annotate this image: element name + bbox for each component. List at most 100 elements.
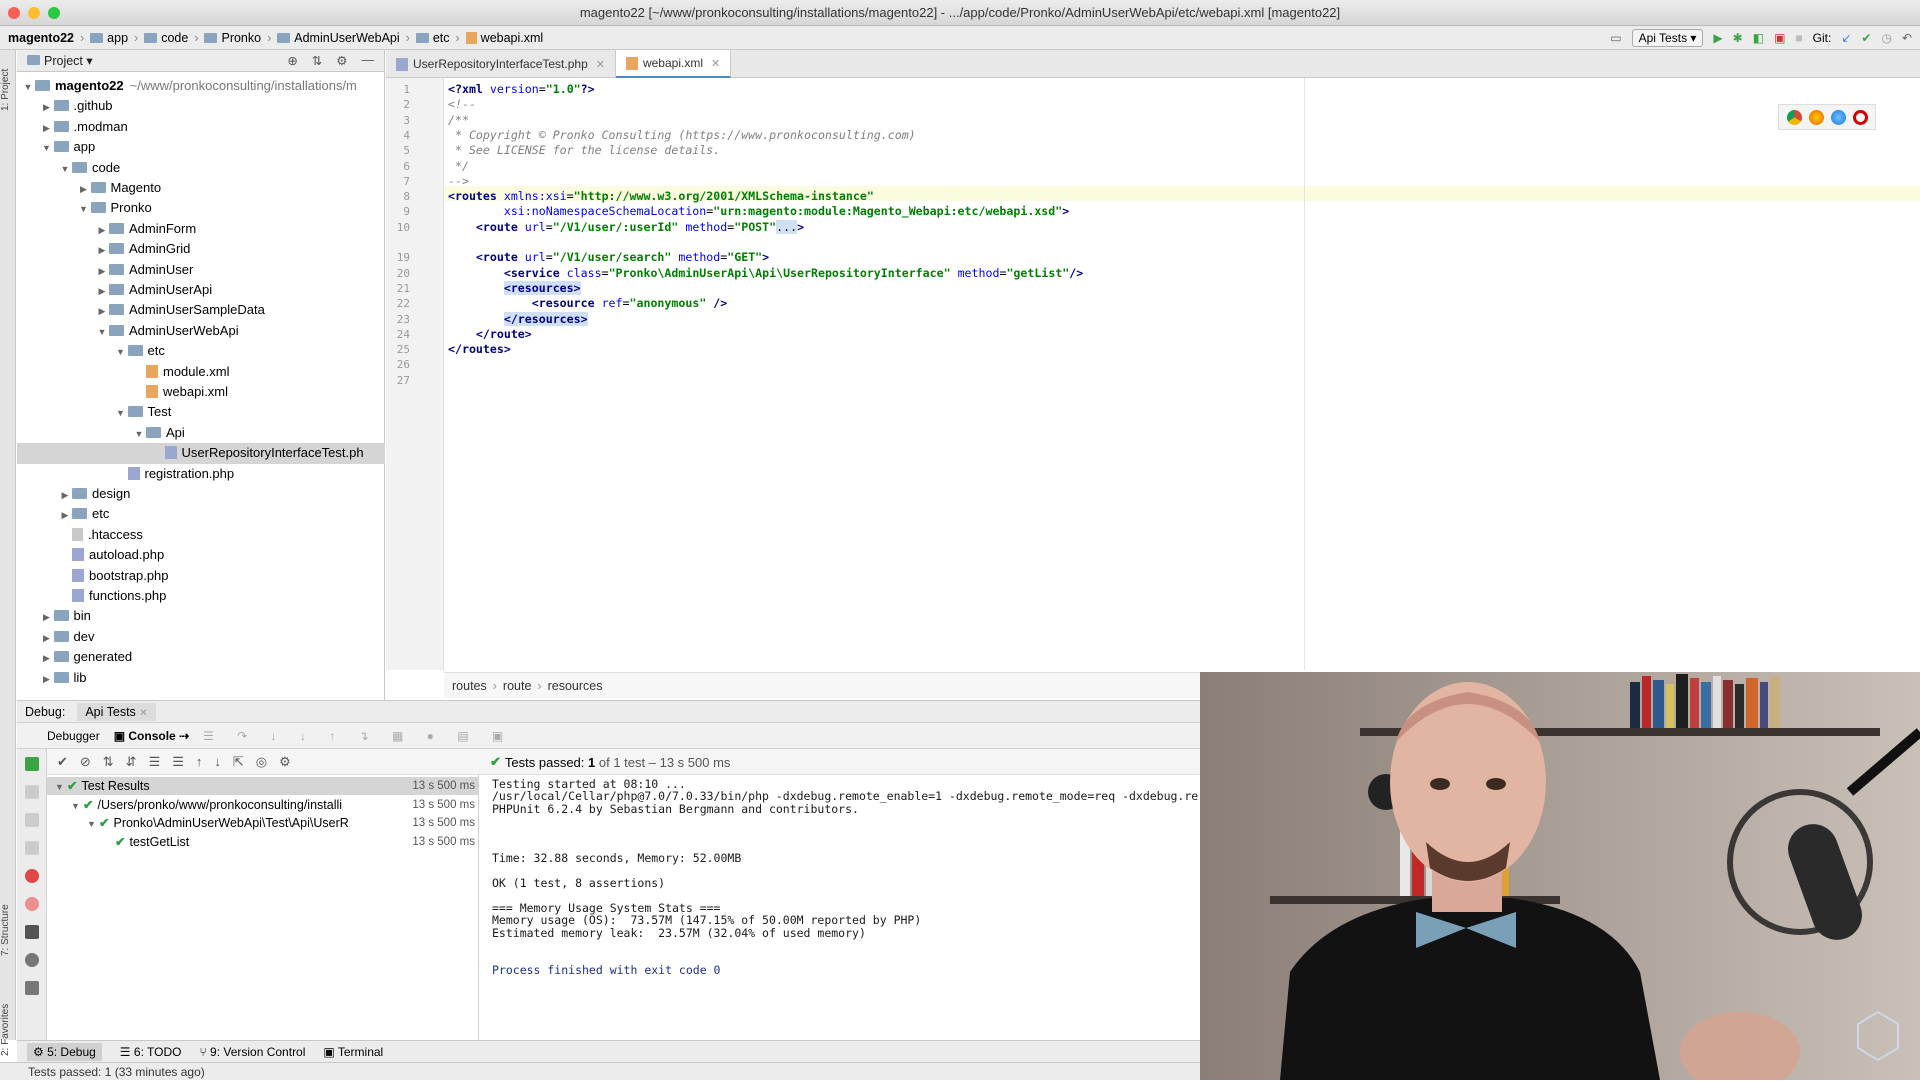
project-tree-item[interactable]: ▼ app: [17, 137, 385, 157]
project-tree-item[interactable]: ▶ bin: [17, 606, 385, 626]
test-result-row[interactable]: ✔ testGetList 13 s 500 ms: [47, 833, 479, 851]
chevron-down-icon[interactable]: ▼: [21, 77, 35, 97]
nav-crumb-file[interactable]: webapi.xml: [465, 31, 543, 45]
project-tree-item[interactable]: ▼ Pronko: [17, 198, 385, 218]
project-tree-item[interactable]: ▶ dev: [17, 627, 385, 647]
project-tree-item[interactable]: ▼ magento22 ~/www/pronkoconsulting/install…: [17, 76, 385, 96]
run-icon[interactable]: ▶: [1713, 31, 1722, 45]
project-tree-item[interactable]: ▶ .github: [17, 96, 385, 116]
project-tree-item[interactable]: ▶ design: [17, 484, 385, 504]
chevron-right-icon[interactable]: ▶: [95, 240, 109, 260]
gear-icon[interactable]: ⚙: [336, 53, 347, 68]
close-window-button[interactable]: [8, 7, 20, 19]
breadcrumb-resources[interactable]: resources: [548, 679, 603, 693]
project-tree-item[interactable]: ▼ AdminUserWebApi: [17, 321, 385, 341]
tab-version-control[interactable]: ⑂ 9: Version Control: [199, 1045, 305, 1059]
rerun-icon[interactable]: [25, 757, 39, 771]
breadcrumb-route[interactable]: route: [503, 679, 532, 693]
project-tree-item[interactable]: functions.php: [17, 586, 385, 606]
tab-debug[interactable]: ⚙ 5: Debug: [27, 1042, 102, 1061]
project-tree-item[interactable]: registration.php: [17, 464, 385, 484]
nav-crumb-module[interactable]: AdminUserWebApi ›: [277, 31, 410, 45]
chevron-down-icon[interactable]: ▼: [132, 424, 146, 444]
chevron-down-icon[interactable]: ▼: [95, 322, 109, 342]
favorites-side-tab[interactable]: 2: Favorites: [0, 990, 16, 1070]
chevron-right-icon[interactable]: ▶: [40, 648, 54, 668]
tab-userrepositoryinterfacetest[interactable]: UserRepositoryInterfaceTest.php ✕: [386, 50, 616, 78]
close-tab-icon[interactable]: ✕: [596, 58, 605, 71]
git-commit-icon[interactable]: ✔: [1861, 31, 1871, 45]
tab-console[interactable]: ▣ Console ⇢: [114, 729, 189, 743]
chevron-down-icon[interactable]: ▼: [40, 138, 54, 158]
project-tree-item[interactable]: ▶ AdminGrid: [17, 239, 385, 259]
project-side-tab[interactable]: 1: Project: [0, 60, 16, 120]
project-tree-item[interactable]: ▶ AdminForm: [17, 219, 385, 239]
test-result-row[interactable]: ▼ ✔/Users/pronko/www/pronkoconsulting/ins…: [47, 796, 479, 814]
tab-terminal[interactable]: ▣ Terminal: [323, 1045, 383, 1059]
resume-icon[interactable]: [25, 785, 39, 799]
nav-crumb-pronko[interactable]: Pronko ›: [204, 31, 271, 45]
firefox-icon[interactable]: [1808, 109, 1824, 125]
nav-crumb-project[interactable]: magento22 ›: [8, 31, 84, 45]
chevron-down-icon[interactable]: ▼: [114, 403, 128, 423]
project-tree-item[interactable]: .htaccess: [17, 525, 385, 545]
stop-icon[interactable]: ■: [1795, 31, 1802, 45]
run-configuration-select[interactable]: Api Tests ▾: [1631, 29, 1704, 47]
chevron-right-icon[interactable]: ▶: [40, 607, 54, 627]
locate-icon[interactable]: ⊕: [287, 53, 297, 68]
chevron-right-icon[interactable]: ▶: [95, 301, 109, 321]
layout-icon[interactable]: ▭: [1610, 31, 1621, 45]
tab-todo[interactable]: ☰ 6: TODO: [120, 1045, 182, 1059]
chevron-right-icon[interactable]: ▶: [77, 179, 91, 199]
project-tree-item[interactable]: webapi.xml: [17, 382, 385, 402]
tab-webapi-xml[interactable]: webapi.xml ✕: [615, 50, 732, 78]
project-tree-item[interactable]: ▶ etc: [17, 504, 385, 524]
pin-icon[interactable]: [25, 981, 39, 995]
project-tree-item[interactable]: UserRepositoryInterfaceTest.ph: [17, 443, 385, 464]
git-update-icon[interactable]: ↙: [1841, 31, 1851, 45]
project-tree-item[interactable]: ▼ code: [17, 158, 385, 178]
project-tree-item[interactable]: ▼ etc: [17, 341, 385, 361]
breadcrumb-routes[interactable]: routes: [452, 679, 487, 693]
tab-debugger[interactable]: Debugger: [47, 729, 100, 743]
chevron-down-icon[interactable]: ▼: [58, 159, 72, 179]
project-tree-item[interactable]: ▶ AdminUserApi: [17, 280, 385, 300]
chevron-right-icon[interactable]: ▶: [40, 118, 54, 138]
test-result-row[interactable]: ▼ ✔ Test Results 13 s 500 ms: [47, 777, 479, 795]
chevron-right-icon[interactable]: ▶: [95, 281, 109, 301]
project-tree-item[interactable]: ▼ Test: [17, 402, 385, 422]
chevron-down-icon[interactable]: ▼: [77, 199, 91, 219]
project-tree-item[interactable]: ▼ Api: [17, 423, 385, 443]
console-output[interactable]: Testing started at 08:10 .../usr/local/C…: [480, 775, 1200, 1041]
chrome-icon[interactable]: [1786, 109, 1802, 125]
chevron-right-icon[interactable]: ▶: [58, 485, 72, 505]
safari-icon[interactable]: [1830, 109, 1846, 125]
collapse-icon[interactable]: ⇅: [312, 53, 322, 68]
project-tree-item[interactable]: ▶ .modman: [17, 117, 385, 137]
project-tree-item[interactable]: ▶ AdminUserSampleData: [17, 300, 385, 320]
code-editor[interactable]: <?xml version="1.0"?> <!-- /** * Copyrig…: [444, 78, 1920, 670]
debug-config-tab[interactable]: Api Tests ✕: [77, 702, 156, 721]
project-tree-item[interactable]: ▶ lib: [17, 668, 385, 688]
project-tree-item[interactable]: ▶ AdminUser: [17, 260, 385, 280]
nav-crumb-code[interactable]: code ›: [144, 31, 198, 45]
nav-crumb-etc[interactable]: etc ›: [415, 31, 460, 45]
project-view-select[interactable]: Project ▾: [27, 53, 93, 68]
debug-icon[interactable]: ✱: [1733, 31, 1743, 45]
layout-icon[interactable]: [25, 925, 39, 939]
git-revert-icon[interactable]: ↶: [1902, 31, 1912, 45]
chevron-right-icon[interactable]: ▶: [58, 505, 72, 525]
structure-side-tab[interactable]: 7: Structure: [0, 890, 16, 970]
chevron-right-icon[interactable]: ▶: [95, 220, 109, 240]
project-tree-item[interactable]: ▶ generated: [17, 647, 385, 667]
pause-icon[interactable]: [25, 813, 39, 827]
coverage-icon[interactable]: ◧: [1753, 31, 1764, 45]
minimize-window-button[interactable]: [28, 7, 40, 19]
test-result-row[interactable]: ▼ ✔ Pronko\AdminUserWebApi\Test\Api\UserR 1…: [47, 814, 479, 832]
stop-icon[interactable]: [25, 841, 39, 855]
git-history-icon[interactable]: ◷: [1881, 31, 1891, 45]
project-tree-item[interactable]: ▶ Magento: [17, 178, 385, 198]
project-tree-item[interactable]: module.xml: [17, 362, 385, 382]
nav-crumb-app[interactable]: app ›: [90, 31, 138, 45]
profile-icon[interactable]: ▣: [1774, 31, 1785, 45]
